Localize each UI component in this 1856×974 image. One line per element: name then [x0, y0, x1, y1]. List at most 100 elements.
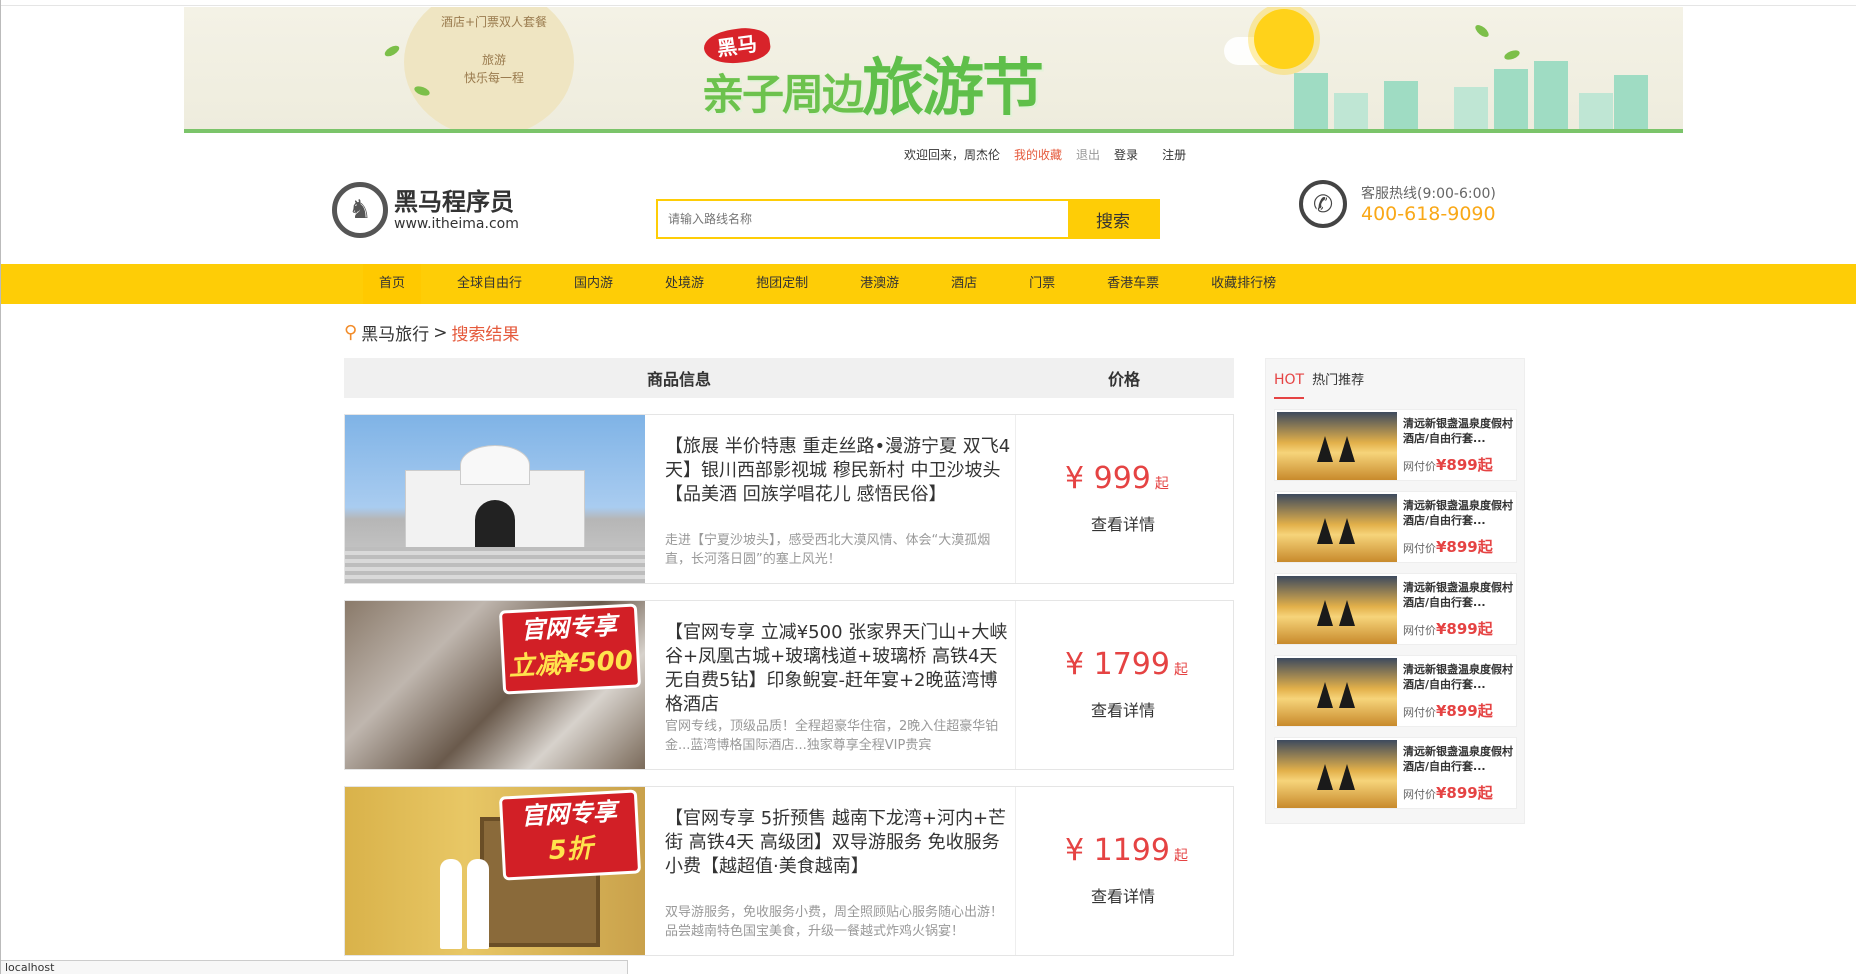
result-item[interactable]: 官网专享 立减¥500 【官网专享 立减¥500 张家界天门山+大峡谷+凤凰古城…: [344, 600, 1234, 770]
nav-item-custom-group[interactable]: 抱团定制: [740, 264, 824, 304]
sail-icon: [1317, 682, 1333, 708]
nav-item-outbound[interactable]: 处境游: [649, 264, 720, 304]
price-value: ¥899起: [1436, 702, 1493, 720]
result-title[interactable]: 【旅展 半价特惠 重走丝路•漫游宁夏 双飞4天】银川西部影视城 穆民新村 中卫沙…: [665, 435, 1015, 507]
result-item[interactable]: 官网专享 5折 【官网专享 5折预售 越南下龙湾+河内+芒街 高铁4天 高级团】…: [344, 786, 1234, 956]
my-favorites-link[interactable]: 我的收藏: [1014, 146, 1062, 163]
logo-name: 黑马程序员: [394, 188, 514, 216]
result-description: 双导游服务，免收服务小费，周全照顾贴心服务随心出游！品尝越南特色国宝美食，升级一…: [665, 905, 1004, 939]
price-value: ¥899起: [1436, 538, 1493, 556]
banner-title-sub: 亲子周边: [702, 70, 864, 119]
leaf-icon: [1473, 22, 1491, 40]
results-header: 商品信息 价格: [344, 358, 1234, 398]
recommend-thumbnail[interactable]: [1277, 740, 1397, 808]
result-item[interactable]: 【旅展 半价特惠 重走丝路•漫游宁夏 双飞4天】银川西部影视城 穆民新村 中卫沙…: [344, 414, 1234, 584]
price-value: ¥ 1799: [1065, 647, 1170, 682]
building-icon: [1579, 93, 1613, 133]
nav-item-hk-bus[interactable]: 香港车票: [1091, 264, 1175, 304]
result-price: ¥ 1199 起: [1065, 833, 1188, 868]
breadcrumb-separator: >: [433, 322, 448, 343]
divider: [1015, 787, 1016, 955]
banner-title-main: 旅游节: [862, 51, 1044, 124]
nav-item-global-free-travel[interactable]: 全球自由行: [441, 264, 538, 304]
building-icon: [1454, 87, 1488, 133]
price-value: ¥ 999: [1065, 461, 1151, 496]
hot-recommendations: HOT 热门推荐 清远新银盏温泉度假村酒店/自由行套... 网付价¥899起 清…: [1265, 358, 1525, 824]
column-price: 价格: [1107, 370, 1140, 389]
result-title[interactable]: 【官网专享 立减¥500 张家界天门山+大峡谷+凤凰古城+玻璃栈道+玻璃桥 高铁…: [665, 621, 1015, 717]
recommend-item[interactable]: 清远新银盏温泉度假村酒店/自由行套... 网付价¥899起: [1274, 573, 1517, 645]
logout-link[interactable]: 退出: [1076, 146, 1100, 163]
breadcrumb-root[interactable]: 黑马旅行: [361, 320, 429, 345]
result-description: 官网专线，顶级品质！全程超豪华住宿，2晚入住超豪华铂金...蓝湾博格国际酒店..…: [665, 719, 999, 753]
building-icon: [1384, 81, 1418, 133]
recommend-thumbnail[interactable]: [1277, 494, 1397, 562]
recommend-item[interactable]: 清远新银盏温泉度假村酒店/自由行套... 网付价¥899起: [1274, 655, 1517, 727]
promo-tag-line2: 5折: [547, 833, 594, 867]
recommend-thumbnail[interactable]: [1277, 576, 1397, 644]
result-image[interactable]: 官网专享 立减¥500: [345, 601, 645, 769]
login-link[interactable]: 登录: [1114, 146, 1138, 163]
hotline-label: 客服热线(9:00-6:00): [1361, 186, 1496, 202]
leaf-icon: [383, 43, 401, 59]
sail-icon: [1339, 436, 1355, 462]
nav-item-home[interactable]: 首页: [363, 264, 422, 304]
user-bar: 欢迎回来，周杰伦 我的收藏 退出 登录 注册: [904, 146, 1186, 163]
nav-item-domestic[interactable]: 国内游: [558, 264, 629, 304]
result-price: ¥ 999 起: [1065, 461, 1169, 496]
result-image[interactable]: 官网专享 5折: [345, 787, 645, 955]
sidebar-underline: [1274, 397, 1304, 399]
nav-item-tickets[interactable]: 门票: [1013, 264, 1071, 304]
promo-banner[interactable]: 酒店+门票双人套餐 旅游 快乐每一程 黑马 亲子周边旅游节: [184, 7, 1683, 133]
recommend-price: 网付价¥899起: [1403, 454, 1493, 475]
top-border: [1, 0, 1856, 6]
site-logo[interactable]: ♞ 黑马程序员 www.itheima.com: [332, 182, 519, 238]
recommend-thumbnail[interactable]: [1277, 658, 1397, 726]
price-value: ¥ 1199: [1065, 833, 1170, 868]
divider: [1015, 601, 1016, 769]
recommend-price: 网付价¥899起: [1403, 782, 1493, 803]
result-image[interactable]: [345, 415, 645, 583]
promo-tag-line1: 官网专享: [520, 797, 618, 831]
recommend-title[interactable]: 清远新银盏温泉度假村酒店/自由行套...: [1403, 498, 1515, 528]
browser-status-bar: localhost: [1, 960, 628, 974]
view-details-link[interactable]: 查看详情: [1091, 697, 1155, 721]
recommend-item[interactable]: 清远新银盏温泉度假村酒店/自由行套... 网付价¥899起: [1274, 409, 1517, 481]
price-value: ¥899起: [1436, 620, 1493, 638]
recommend-thumbnail[interactable]: [1277, 412, 1397, 480]
recommend-title[interactable]: 清远新银盏温泉度假村酒店/自由行套...: [1403, 662, 1515, 692]
banner-ground: [184, 129, 1683, 133]
sun-icon: [1254, 9, 1314, 69]
search-icon: ⚲: [344, 322, 358, 343]
promo-tag: 官网专享 立减¥500: [498, 603, 642, 695]
sidebar-title: 热门推荐: [1312, 373, 1365, 388]
recommend-title[interactable]: 清远新银盏温泉度假村酒店/自由行套...: [1403, 416, 1515, 446]
nav-item-favorites-rank[interactable]: 收藏排行榜: [1195, 264, 1292, 304]
sidebar-header: HOT 热门推荐: [1274, 369, 1365, 399]
result-title[interactable]: 【官网专享 5折预售 越南下龙湾+河内+芒街 高铁4天 高级团】双导游服务 免收…: [665, 807, 1015, 879]
building-icon: [1614, 75, 1648, 133]
person-shape: [440, 859, 462, 949]
building-icon: [1534, 61, 1568, 133]
sail-icon: [1339, 600, 1355, 626]
dome-shape: [460, 445, 530, 485]
recommend-title[interactable]: 清远新银盏温泉度假村酒店/自由行套...: [1403, 580, 1515, 610]
search-input[interactable]: [658, 201, 1068, 237]
recommend-title[interactable]: 清远新银盏温泉度假村酒店/自由行套...: [1403, 744, 1515, 774]
recommend-item[interactable]: 清远新银盏温泉度假村酒店/自由行套... 网付价¥899起: [1274, 491, 1517, 563]
recommend-item[interactable]: 清远新银盏温泉度假村酒店/自由行套... 网付价¥899起: [1274, 737, 1517, 809]
nav-item-hotel[interactable]: 酒店: [935, 264, 993, 304]
hotline-number: 400-618-9090: [1361, 203, 1496, 225]
phone-icon: ✆: [1299, 180, 1347, 228]
horse-logo-icon: ♞: [332, 182, 388, 238]
sail-icon: [1317, 600, 1333, 626]
view-details-link[interactable]: 查看详情: [1091, 883, 1155, 907]
view-details-link[interactable]: 查看详情: [1091, 511, 1155, 535]
nav-item-hk-macau[interactable]: 港澳游: [844, 264, 915, 304]
price-label: 网付价: [1403, 788, 1436, 801]
search-button[interactable]: 搜索: [1068, 201, 1158, 237]
promo-tag-line2: 立减¥500: [507, 645, 634, 683]
sail-icon: [1339, 518, 1355, 544]
register-link[interactable]: 注册: [1162, 146, 1186, 163]
banner-promo-line2: 旅游: [481, 53, 506, 67]
